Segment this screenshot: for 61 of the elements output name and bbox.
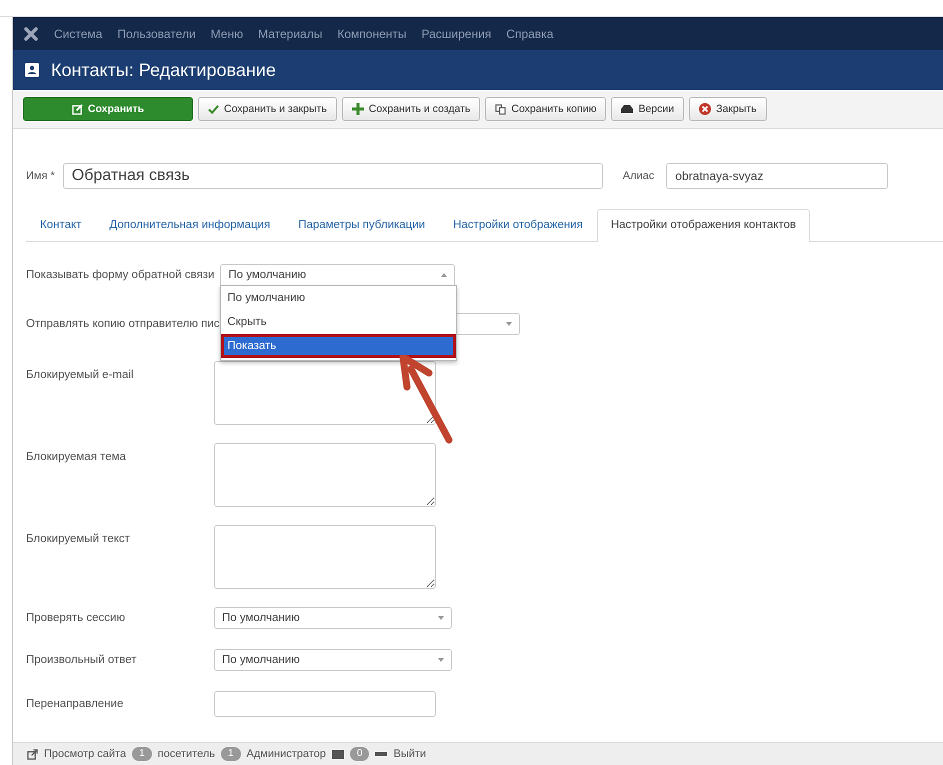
minus-icon — [375, 752, 388, 756]
copy-icon — [495, 104, 506, 114]
caret-icon — [438, 616, 444, 620]
toolbar-button[interactable]: Закрыть — [689, 97, 767, 121]
name-label: Имя * — [26, 170, 55, 182]
menu-item[interactable]: Справка — [506, 26, 554, 40]
plus-icon — [352, 103, 364, 115]
dropdown-select[interactable]: По умолчанию — [220, 264, 456, 286]
field-label: Произвольный ответ — [26, 654, 138, 666]
count-badge: 1 — [220, 747, 241, 761]
field-label: Проверять сессию — [26, 612, 126, 624]
edit-icon — [72, 104, 83, 114]
alias-label: Алиас — [622, 170, 654, 182]
field-label: Перенаправление — [26, 698, 124, 710]
drawer-icon — [621, 104, 634, 114]
tab[interactable]: Параметры публикации — [284, 209, 440, 241]
tab[interactable]: Контакт — [26, 209, 96, 241]
dropdown-option[interactable]: По умолчанию — [221, 286, 456, 310]
cancel-icon — [699, 103, 712, 115]
menu-item[interactable]: Система — [54, 26, 102, 40]
name-field[interactable]: Обратная связь — [62, 163, 603, 189]
check-icon — [208, 104, 219, 114]
field-label: Показывать форму обратной связи — [26, 269, 214, 281]
caret-icon — [438, 658, 444, 662]
view-site-link[interactable]: Просмотр сайта — [44, 748, 126, 760]
toolbar-button[interactable]: Сохранить копию — [485, 97, 606, 121]
field-label: Отправлять копию отправителю пис — [26, 318, 220, 330]
tab[interactable]: Настройки отображения — [439, 209, 597, 241]
toolbar-button[interactable]: Сохранить и закрыть — [198, 97, 337, 121]
field-label: Блокируемая тема — [26, 450, 127, 463]
menu-item[interactable]: Расширения — [422, 26, 492, 40]
input-field[interactable] — [214, 691, 436, 717]
menu-item[interactable]: Материалы — [258, 26, 322, 40]
logo-icon[interactable] — [23, 26, 39, 42]
external-link-icon — [27, 748, 38, 760]
dropdown-option[interactable]: Скрыть — [221, 310, 456, 334]
field-label: Блокируемый e-mail — [26, 368, 134, 381]
page-title: Контакты: Редактирование — [51, 60, 276, 80]
admins-label: Администратор — [246, 748, 326, 760]
menu-item[interactable]: Меню — [210, 26, 244, 40]
envelope-icon — [332, 750, 344, 758]
count-badge: 0 — [350, 747, 370, 761]
tab[interactable]: Настройки отображения контактов — [596, 209, 810, 242]
text-area[interactable] — [214, 361, 436, 425]
dropdown-select[interactable]: По умолчанию — [214, 649, 452, 671]
caret-icon — [506, 322, 512, 326]
caret-icon — [441, 273, 448, 277]
toolbar-button[interactable]: Версии — [611, 97, 684, 121]
toolbar-button[interactable]: Сохранить — [23, 97, 193, 121]
menu-item[interactable]: Пользователи — [117, 26, 196, 40]
tab[interactable]: Дополнительная информация — [95, 209, 284, 241]
dropdown-select[interactable]: По умолчанию — [214, 607, 452, 629]
visitors-label: посетитель — [158, 748, 215, 760]
field-label: Блокируемый текст — [26, 532, 131, 545]
logout-link[interactable]: Выйти — [393, 748, 426, 760]
alias-field[interactable]: obratnaya-svyaz — [666, 163, 888, 189]
count-badge: 1 — [132, 747, 152, 761]
contact-card-icon — [25, 63, 39, 77]
toolbar-button[interactable]: Сохранить и создать — [342, 97, 480, 121]
dropdown-option[interactable]: Показать — [221, 334, 456, 358]
menu-item[interactable]: Компоненты — [337, 26, 406, 40]
